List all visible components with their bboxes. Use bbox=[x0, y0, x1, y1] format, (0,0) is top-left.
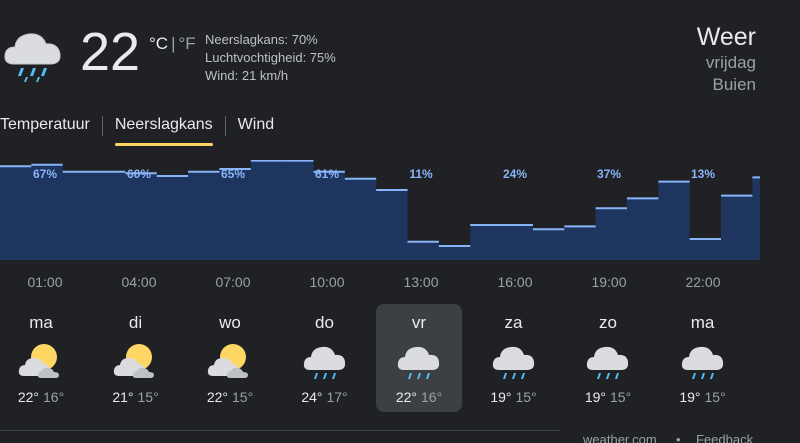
partly-cloudy-icon bbox=[207, 344, 248, 378]
tab-divider bbox=[101, 116, 103, 136]
precipitation-data-label: 37% bbox=[597, 167, 621, 181]
time-tick-label: 13:00 bbox=[403, 274, 439, 290]
rain-cloud-icon bbox=[681, 346, 723, 379]
current-weather-icon bbox=[2, 24, 66, 84]
rain-cloud-icon bbox=[492, 346, 534, 379]
time-tick-label: 04:00 bbox=[121, 274, 157, 290]
weather-title: Weer bbox=[696, 23, 756, 51]
tab-precipitation[interactable]: Neerslagkans bbox=[114, 112, 213, 146]
partly-cloudy-icon bbox=[113, 344, 154, 378]
current-day: vrijdag bbox=[705, 53, 756, 72]
forecast-low: 15° bbox=[137, 389, 159, 405]
forecast-day-name: wo bbox=[219, 313, 241, 332]
daily-forecast: ma 22° 16° di 21° 15° wo 22° 15° do 24° 17° vr 22° 16°… bbox=[0, 304, 800, 414]
time-tick-label: 19:00 bbox=[591, 274, 627, 290]
forecast-low: 16° bbox=[43, 389, 65, 405]
footer: weather.com • Feedback bbox=[0, 430, 800, 443]
forecast-day-name: ma bbox=[29, 313, 53, 332]
rain-cloud-icon bbox=[4, 33, 61, 82]
forecast-day-name: za bbox=[504, 313, 523, 332]
current-condition: Buien bbox=[712, 75, 756, 94]
forecast-day[interactable]: vr 22° 16° bbox=[376, 304, 462, 412]
forecast-day[interactable]: ma 22° 16° bbox=[0, 304, 84, 412]
forecast-day[interactable]: wo 22° 15° bbox=[187, 304, 273, 412]
tab-temperature[interactable]: Temperatuur bbox=[0, 112, 90, 146]
current-temperature: 22 bbox=[80, 22, 141, 82]
forecast-low: 17° bbox=[326, 389, 348, 405]
precipitation-data-label: 65% bbox=[221, 167, 245, 181]
footer-divider bbox=[0, 430, 560, 431]
chart-tabs: Temperatuur Neerslagkans Wind bbox=[0, 112, 274, 146]
forecast-day-name: do bbox=[315, 313, 334, 332]
precipitation-area bbox=[0, 160, 760, 260]
precipitation-data-label: 13% bbox=[691, 167, 715, 181]
forecast-high: 22° bbox=[17, 389, 39, 405]
precipitation-data-label: 24% bbox=[503, 167, 527, 181]
forecast-high: 21° bbox=[112, 389, 134, 405]
humidity-text: Luchtvochtigheid: 75% bbox=[205, 50, 336, 65]
chart-time-axis: 01:00 04:00 07:00 10:00 13:00 16:00 19:00 22:00 bbox=[0, 274, 800, 294]
fahrenheit-button[interactable]: °F bbox=[179, 34, 196, 53]
forecast-day[interactable]: di 21° 15° bbox=[93, 304, 179, 412]
forecast-high: 19° bbox=[679, 389, 701, 405]
forecast-high: 22° bbox=[206, 389, 228, 405]
forecast-low: 15° bbox=[610, 389, 632, 405]
feedback-link[interactable]: Feedback bbox=[696, 432, 753, 443]
rain-cloud-icon bbox=[397, 346, 440, 379]
time-tick-label: 01:00 bbox=[27, 274, 63, 290]
forecast-high: 24° bbox=[301, 389, 323, 405]
time-tick-label: 16:00 bbox=[497, 274, 533, 290]
forecast-low: 15° bbox=[232, 389, 254, 405]
tab-wind[interactable]: Wind bbox=[238, 112, 274, 146]
precipitation-data-label: 11% bbox=[409, 167, 433, 181]
forecast-day[interactable]: do 24° 17° bbox=[282, 304, 368, 412]
footer-dot: • bbox=[676, 432, 681, 443]
forecast-day-name: ma bbox=[690, 313, 715, 332]
forecast-high: 22° bbox=[395, 389, 417, 405]
forecast-day[interactable]: ma 19° 15° bbox=[660, 304, 746, 412]
rain-cloud-icon bbox=[586, 346, 629, 379]
forecast-day-name: vr bbox=[411, 313, 427, 332]
forecast-day[interactable]: za 19° 15° bbox=[471, 304, 557, 412]
forecast-low: 16° bbox=[421, 389, 443, 405]
forecast-day-name: zo bbox=[599, 313, 617, 332]
time-tick-label: 10:00 bbox=[309, 274, 345, 290]
forecast-low: 15° bbox=[515, 389, 537, 405]
precipitation-data-label: 67% bbox=[33, 167, 57, 181]
time-tick-label: 22:00 bbox=[685, 274, 721, 290]
precipitation-chart: 67% 60% 65% 61% 11% 24% 37% 13% bbox=[0, 160, 760, 260]
celsius-button[interactable]: °C bbox=[149, 34, 168, 53]
current-details: Neerslagkans: 70% Luchtvochtigheid: 75% … bbox=[205, 31, 336, 85]
forecast-low: 15° bbox=[704, 389, 726, 405]
unit-toggle: °C | °F bbox=[149, 34, 196, 54]
forecast-high: 19° bbox=[584, 389, 606, 405]
source-link[interactable]: weather.com bbox=[583, 432, 657, 443]
time-tick-label: 07:00 bbox=[215, 274, 251, 290]
precipitation-data-label: 60% bbox=[127, 167, 151, 181]
forecast-day-name: di bbox=[128, 313, 143, 332]
tab-divider bbox=[224, 116, 226, 136]
wind-text: Wind: 21 km/h bbox=[205, 68, 289, 83]
precipitation-data-label: 61% bbox=[315, 167, 339, 181]
partly-cloudy-icon bbox=[18, 344, 59, 378]
location-header: Weer vrijdag Buien bbox=[697, 22, 756, 96]
unit-separator: | bbox=[171, 34, 176, 53]
rain-cloud-icon bbox=[303, 346, 345, 379]
precipitation-text: Neerslagkans: 70% bbox=[205, 32, 318, 47]
forecast-high: 19° bbox=[490, 389, 512, 405]
forecast-day[interactable]: zo 19° 15° bbox=[565, 304, 651, 412]
